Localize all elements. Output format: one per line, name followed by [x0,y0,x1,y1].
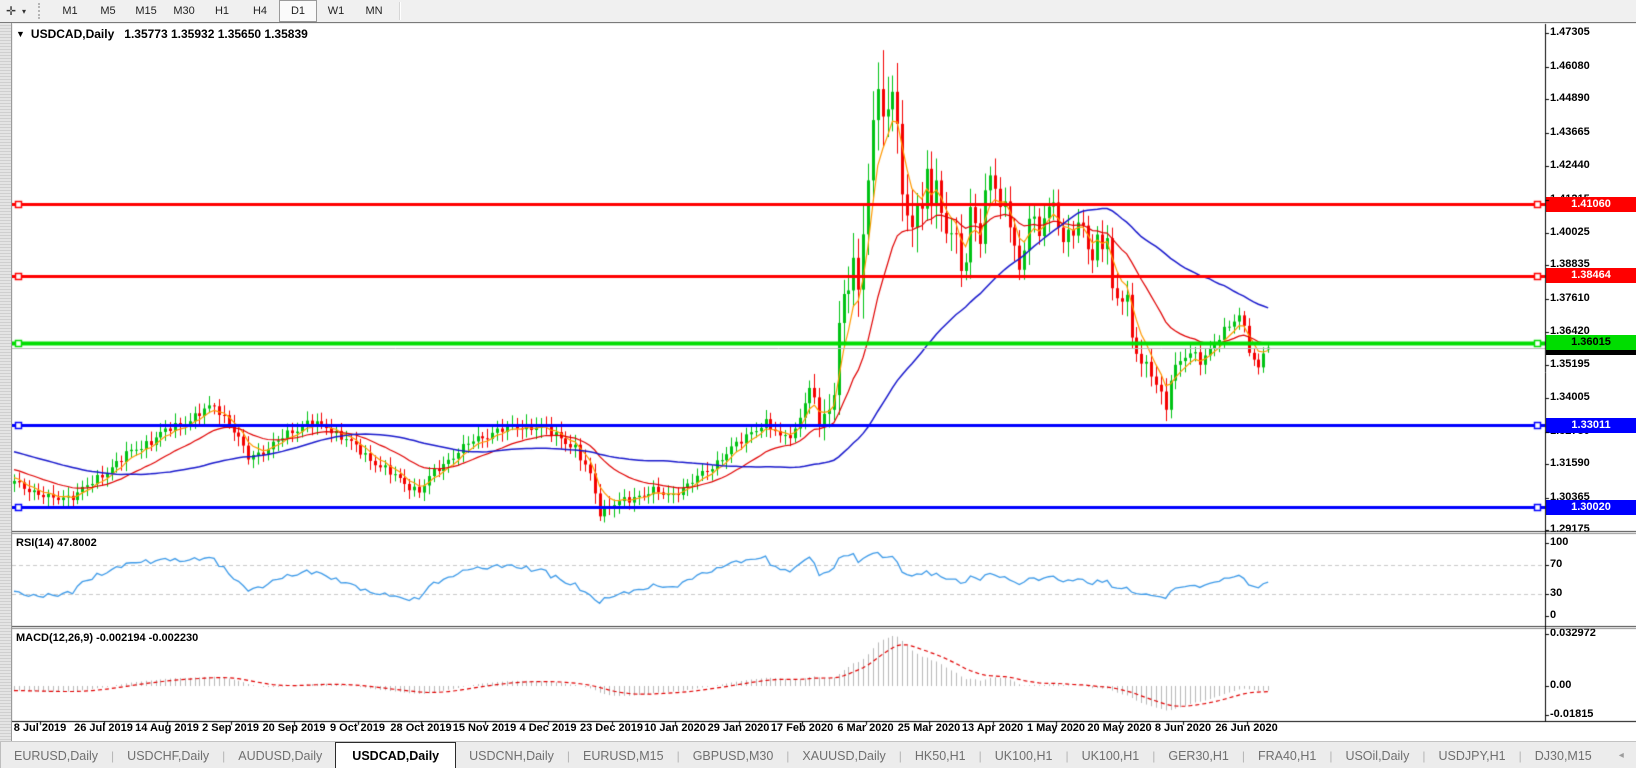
chart-symbol-label: USDCAD,Daily [30,27,115,41]
tab-xauusd-daily[interactable]: XAUUSD,Daily [789,742,898,768]
tab-usdcnh-daily[interactable]: USDCNH,Daily [456,742,567,768]
timeframe-button-m1[interactable]: M1 [51,0,89,22]
macd-indicator-label: MACD(12,26,9) -0.002194 -0.002230 [16,632,199,644]
timeframe-button-m15[interactable]: M15 [127,0,165,22]
chart-tabs: EURUSD,Daily | USDCHF,Daily | AUDUSD,Daily US… [1,742,1605,768]
tab-eurusd-daily[interactable]: EURUSD,Daily [1,742,111,768]
timeframe-toolbar: ✛ ▾ M1 M5 M15 M30 H1 H4 D1 W1 MN [0,0,1636,23]
chart-title[interactable]: ▼ USDCAD,Daily 1.35773 1.35932 1.35650 1… [16,27,308,41]
toolbar-separator [399,2,402,20]
drawing-cursor-icon[interactable]: ✛ [2,3,20,19]
tab-usdjpy-h1[interactable]: USDJPY,H1 [1425,742,1518,768]
tab-usdcad-daily[interactable]: USDCAD,Daily [335,742,457,768]
tab-usdchf-daily[interactable]: USDCHF,Daily [114,742,222,768]
tab-gbpusd-m30[interactable]: GBPUSD,M30 [680,742,787,768]
tab-audusd-daily[interactable]: AUDUSD,Daily [225,742,335,768]
tab-dj30-m15[interactable]: DJ30,M15 [1522,742,1605,768]
tab-fra40-h1[interactable]: FRA40,H1 [1245,742,1329,768]
timeframe-button-h1[interactable]: H1 [203,0,241,22]
timeframe-button-w1[interactable]: W1 [317,0,355,22]
toolbar-grip-handle[interactable] [38,3,43,19]
timeframe-button-h4[interactable]: H4 [241,0,279,22]
tab-uk100-h1[interactable]: UK100,H1 [1069,742,1153,768]
tab-usoil-daily[interactable]: USOil,Daily [1332,742,1422,768]
timeframe-button-mn[interactable]: MN [355,0,393,22]
tab-nav-left-icon[interactable]: ◂ [1619,750,1624,761]
chart-tabbar: EURUSD,Daily | USDCHF,Daily | AUDUSD,Daily US… [0,741,1636,768]
chart-ohlc-values: 1.35773 1.35932 1.35650 1.35839 [124,27,308,41]
chart-canvas[interactable] [0,0,1636,768]
timeframe-button-m5[interactable]: M5 [89,0,127,22]
tab-eurusd-m15[interactable]: EURUSD,M15 [570,742,677,768]
tab-uk100-h1[interactable]: UK100,H1 [982,742,1066,768]
tab-hk50-h1[interactable]: HK50,H1 [902,742,979,768]
chart-dropdown-icon[interactable]: ▼ [16,29,25,39]
timeframe-button-d1[interactable]: D1 [279,0,318,22]
left-edge-splitter [0,23,12,741]
timeframe-buttons: M1 M5 M15 M30 H1 H4 D1 W1 MN [51,0,393,22]
mt4-window: ✛ ▾ M1 M5 M15 M30 H1 H4 D1 W1 MN ▼ USDCAD,Daily … [0,0,1636,768]
chevron-down-icon[interactable]: ▾ [22,7,26,16]
tab-ger30-h1[interactable]: GER30,H1 [1155,742,1241,768]
rsi-indicator-label: RSI(14) 47.8002 [16,537,97,549]
tab-nav: ◂ ▸ [1605,742,1636,768]
timeframe-button-m30[interactable]: M30 [165,0,203,22]
